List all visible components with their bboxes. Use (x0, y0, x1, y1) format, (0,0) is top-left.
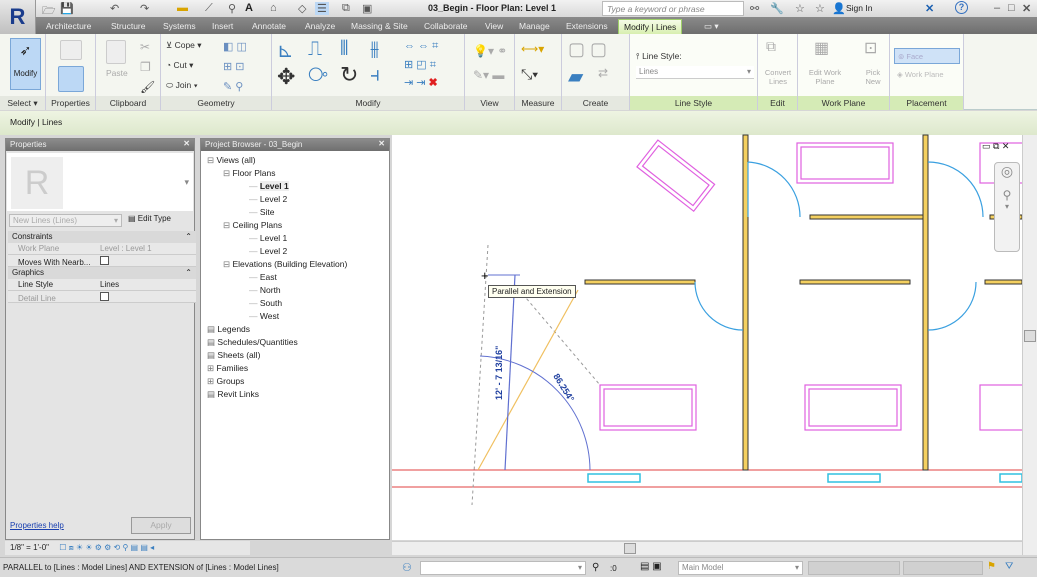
grid-lines (392, 469, 1022, 488)
view-scale[interactable]: 1/8" = 1'-0" (10, 543, 49, 552)
status-bar: PARALLEL to [Lines : Model Lines] AND EX… (0, 557, 1037, 577)
sketch-lines (471, 244, 601, 506)
vertical-scrollbar[interactable] (1022, 135, 1037, 555)
steering-wheel-icon[interactable]: ◎ (995, 163, 1019, 180)
walls (584, 134, 1023, 471)
horizontal-scrollbar[interactable] (392, 541, 1022, 555)
filter-selection-icon[interactable]: ⛛ (1005, 561, 1013, 572)
snap-tooltip: Parallel and Extension (488, 285, 576, 298)
selection-count: :0 (610, 564, 617, 573)
editable-only-icon[interactable]: ▤ ▣ (640, 561, 662, 572)
view-control-bar: 1/8" = 1'-0" ☐ ⧈ ☀ ☀ ⚙ ⚙ ⟲ ⚲ ▤ ▤ ◂ (5, 541, 250, 555)
navigation-bar[interactable]: ◎ ⚲ ▾ (994, 162, 1020, 252)
desks (599, 139, 1031, 431)
horizontal-scroll-thumb[interactable] (624, 543, 636, 554)
windows (587, 473, 1023, 483)
crosshair-cursor-icon: + (481, 268, 489, 283)
active-workset-field[interactable]: ▾ (420, 561, 586, 575)
zoom-icon[interactable]: ⚲ (995, 188, 1019, 202)
dimension-length[interactable]: 12' - 7 13/16" (494, 346, 504, 400)
doors (694, 161, 984, 331)
status-field-1 (808, 561, 900, 575)
status-field-2 (903, 561, 983, 575)
zoom-dropdown-icon: ▾ (1004, 202, 1009, 211)
press-drag-icon[interactable]: ⚑ (987, 561, 996, 572)
design-option-field[interactable]: Main Model ▾ (678, 561, 803, 575)
status-message: PARALLEL to [Lines : Model Lines] AND EX… (3, 563, 279, 572)
view-window-controls[interactable]: ▭ ⧉ ✕ (982, 141, 1009, 152)
filter-icon[interactable]: ⚲ (592, 562, 599, 573)
view-control-icons[interactable]: ☐ ⧈ ☀ ☀ ⚙ ⚙ ⟲ ⚲ ▤ ▤ ◂ (59, 543, 154, 552)
vertical-scroll-thumb[interactable] (1024, 330, 1036, 342)
worksets-icon[interactable]: ⚇ (402, 561, 412, 574)
